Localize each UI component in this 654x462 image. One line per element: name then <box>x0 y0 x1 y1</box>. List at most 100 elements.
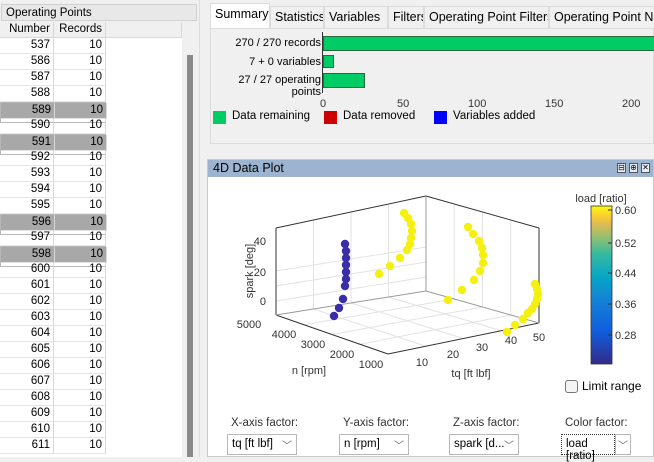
tab-variables[interactable]: Variables <box>324 6 388 28</box>
cell-number: 605 <box>0 342 54 358</box>
table-row[interactable]: 606 10 <box>0 358 106 374</box>
undock-icon[interactable]: ⊟ <box>617 163 626 173</box>
legend-label: Variables added <box>453 110 536 122</box>
cell-records: 10 <box>55 247 107 263</box>
factor-label: Z-axis factor: <box>453 417 520 429</box>
cell-records: 10 <box>54 198 106 214</box>
operating-points-panel: Operating Points Number Records 537 10 586… <box>0 0 199 457</box>
table-row[interactable]: 595 10 <box>0 198 106 214</box>
data-point <box>502 327 512 337</box>
axis-tick-label: 0 <box>320 98 327 110</box>
factor-select[interactable]: n [rpm] ﹀ <box>339 434 409 455</box>
data-point <box>329 311 339 321</box>
x-axis-label: tq [ft lbf] <box>451 368 490 380</box>
factor-value: n [rpm] <box>344 438 380 450</box>
tab-filters[interactable]: Filters <box>388 6 424 28</box>
cell-records: 10 <box>54 38 106 54</box>
cell-records: 10 <box>54 262 106 278</box>
table-row[interactable]: 537 10 <box>0 38 106 54</box>
legend-swatch <box>213 111 226 124</box>
table-row[interactable]: 600 10 <box>0 262 106 278</box>
table-row[interactable]: 603 10 <box>0 310 106 326</box>
factor-select[interactable]: load [ratio] <box>561 434 615 462</box>
x-tick-label: 10 <box>416 357 428 369</box>
data-point <box>518 314 528 324</box>
table-row[interactable]: 604 10 <box>0 326 106 342</box>
legend-swatch <box>324 111 337 124</box>
table-row[interactable]: 593 10 <box>0 166 106 182</box>
operating-points-table: Number Records 537 10 586 10 587 10 588 10 589 10… <box>0 22 182 457</box>
table-row[interactable]: 586 10 <box>0 54 106 70</box>
cell-number: 601 <box>0 278 54 294</box>
cell-number: 609 <box>0 406 54 422</box>
limit-range-checkbox[interactable] <box>565 380 578 393</box>
colorbar-tick-label: 0.28 <box>615 330 636 342</box>
cell-records: 10 <box>54 54 106 70</box>
y-tick-label: 5000 <box>237 319 261 331</box>
bar-label: 270 / 270 records <box>235 37 321 49</box>
color-factor-dropdown-button[interactable]: ﹀ <box>615 434 631 455</box>
summary-bar <box>323 73 365 88</box>
plot-panel-header: 4D Data Plot ⊟ ⊕ ✕ <box>208 160 653 177</box>
tab-summary[interactable]: Summary <box>210 3 270 28</box>
cell-records: 10 <box>54 278 106 294</box>
table-scrollbar[interactable] <box>187 55 193 457</box>
tab-operating-point-filters[interactable]: Operating Point Filters <box>424 6 549 28</box>
table-row[interactable]: 587 10 <box>0 70 106 86</box>
cell-records: 10 <box>54 422 106 438</box>
x-tick-label: 20 <box>447 349 459 361</box>
maximize-icon[interactable]: ⊕ <box>629 163 638 173</box>
cell-number: 608 <box>0 390 54 406</box>
legend-swatch <box>434 111 447 124</box>
tab-statistics[interactable]: Statistics <box>270 6 324 28</box>
factor-select[interactable]: tq [ft lbf] ﹀ <box>227 434 297 455</box>
close-icon[interactable]: ✕ <box>641 163 650 173</box>
table-row[interactable]: 590 10 <box>0 118 106 134</box>
cell-number: 597 <box>0 230 54 246</box>
data-point <box>457 285 467 295</box>
factor-select[interactable]: spark [d... ﹀ <box>449 434 519 455</box>
table-row[interactable]: 588 10 <box>0 86 106 102</box>
table-row[interactable]: 610 10 <box>0 422 106 438</box>
table-row[interactable]: 608 10 <box>0 390 106 406</box>
summary-bar <box>323 55 334 68</box>
column-header-number[interactable]: Number <box>0 22 54 38</box>
table-row[interactable]: 607 10 <box>0 374 106 390</box>
factor-label: Color factor: <box>565 417 628 429</box>
table-row[interactable]: 609 10 <box>0 406 106 422</box>
panel-splitter[interactable] <box>199 0 207 457</box>
data-point <box>443 295 453 305</box>
cell-number: 589 <box>1 103 55 119</box>
cell-records: 10 <box>54 86 106 102</box>
table-row[interactable]: 597 10 <box>0 230 106 246</box>
tab-operating-point-no[interactable]: Operating Point No <box>549 6 654 28</box>
cell-number: 606 <box>0 358 54 374</box>
data-point <box>475 266 485 276</box>
scatter-3d-plot[interactable]: 4020050004000300020001000 10203040 50n [rp… <box>208 177 654 457</box>
table-row[interactable]: 592 10 <box>0 150 106 166</box>
data-point <box>402 245 412 255</box>
column-header-empty <box>106 22 182 38</box>
limit-range-label: Limit range <box>582 379 642 393</box>
table-row[interactable]: 611 10 <box>0 438 106 454</box>
table-row[interactable]: 601 10 <box>0 278 106 294</box>
bar-label: 7 + 0 variables <box>249 56 321 68</box>
table-row[interactable]: 605 10 <box>0 342 106 358</box>
axis-tick-label: 100 <box>468 98 487 110</box>
legend-label: Data remaining <box>232 110 310 122</box>
cell-number: 603 <box>0 310 54 326</box>
factor-value: spark [d... <box>454 438 505 450</box>
table-row[interactable]: 594 10 <box>0 182 106 198</box>
column-header-records[interactable]: Records <box>54 22 106 38</box>
chevron-down-icon: ﹀ <box>504 441 514 452</box>
cell-number: 598 <box>1 247 55 263</box>
table-row[interactable]: 602 10 <box>0 294 106 310</box>
cell-records: 10 <box>54 230 106 246</box>
grid-line <box>359 314 511 345</box>
colorbar <box>590 205 613 365</box>
cell-number: 588 <box>0 86 54 102</box>
data-point <box>385 261 395 271</box>
cell-number: 600 <box>0 262 54 278</box>
data-point <box>340 281 350 291</box>
cell-records: 10 <box>54 390 106 406</box>
